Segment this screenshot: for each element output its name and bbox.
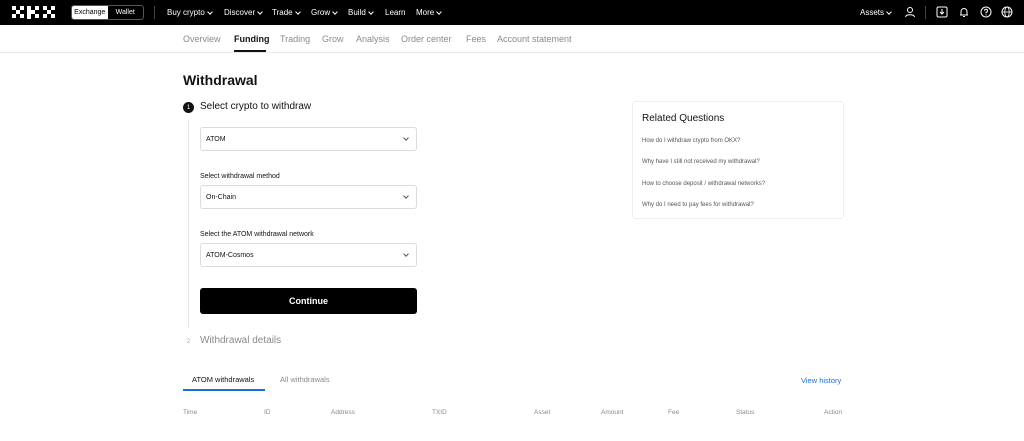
nav-label: Trade <box>272 8 293 17</box>
withdrawal-method-select[interactable]: On-Chain <box>200 185 417 209</box>
subnav-overview[interactable]: Overview <box>183 25 221 53</box>
chevron-down-icon <box>403 135 409 141</box>
related-question-link[interactable]: How do I withdraw crypto from OKX? <box>642 138 740 144</box>
nav-divider <box>925 6 926 19</box>
subnav-grow[interactable]: Grow <box>322 25 344 53</box>
mode-exchange[interactable]: Exchange <box>72 6 108 19</box>
column-header-txid: TXID <box>432 409 447 416</box>
nav-label: Discover <box>224 8 256 17</box>
column-header-action: Action <box>824 409 843 416</box>
tab-atom-withdrawals[interactable]: ATOM withdrawals <box>192 375 254 384</box>
view-history-link[interactable]: View history <box>801 376 841 385</box>
column-header-fee: Fee <box>668 409 680 416</box>
chevron-down-icon <box>257 8 263 15</box>
nav-label: Buy crypto <box>167 8 205 17</box>
network-select[interactable]: ATOM-Cosmos <box>200 243 417 267</box>
column-header-id: ID <box>264 409 271 416</box>
top-navigation-bar: Exchange Wallet Buy crypto Discover Trad… <box>0 0 1024 25</box>
withdrawal-method-label: Select withdrawal method <box>200 173 280 180</box>
column-header-asset: Asset <box>534 409 551 416</box>
crypto-select-value: ATOM <box>206 135 226 143</box>
mode-wallet[interactable]: Wallet <box>108 6 144 19</box>
nav-build[interactable]: Build <box>348 0 374 25</box>
nav-assets[interactable]: Assets <box>860 0 892 25</box>
nav-grow[interactable]: Grow <box>311 0 338 25</box>
nav-label: More <box>416 8 435 17</box>
nav-learn[interactable]: Learn <box>385 0 405 25</box>
exchange-wallet-toggle[interactable]: Exchange Wallet <box>71 5 144 20</box>
download-icon[interactable] <box>936 6 948 18</box>
help-icon[interactable] <box>980 6 992 18</box>
column-header-status: Status <box>736 409 755 416</box>
step-connector-line <box>188 120 189 328</box>
chevron-down-icon <box>403 193 409 199</box>
step-number-1: 1 <box>183 102 194 113</box>
chevron-down-icon <box>367 8 374 15</box>
nav-discover[interactable]: Discover <box>224 0 263 25</box>
network-label: Select the ATOM withdrawal network <box>200 231 314 238</box>
nav-label: Grow <box>311 8 331 17</box>
step-1-title: Select crypto to withdraw <box>200 101 312 112</box>
nav-divider <box>154 6 155 19</box>
chevron-down-icon <box>332 8 338 15</box>
nav-label: Assets <box>860 8 885 17</box>
column-header-time: Time <box>183 409 198 416</box>
user-icon[interactable] <box>904 6 916 18</box>
history-tab-indicator <box>183 389 265 391</box>
bell-icon[interactable] <box>958 6 970 18</box>
subnav-trading[interactable]: Trading <box>280 25 310 53</box>
chevron-down-icon <box>403 251 409 257</box>
related-question-link[interactable]: Why do I need to pay fees for withdrawal… <box>642 202 754 208</box>
crypto-select[interactable]: ATOM <box>200 127 417 151</box>
column-header-amount: Amount <box>601 409 624 416</box>
related-question-link[interactable]: How to choose deposit / withdrawal netwo… <box>642 181 765 187</box>
withdrawal-method-value: On-Chain <box>206 193 236 201</box>
related-questions-title: Related Questions <box>642 113 725 124</box>
continue-button[interactable]: Continue <box>200 288 417 314</box>
chevron-down-icon <box>886 8 892 15</box>
subnav-active-indicator <box>234 50 266 52</box>
nav-trade[interactable]: Trade <box>272 0 301 25</box>
tab-all-withdrawals[interactable]: All withdrawals <box>280 375 330 384</box>
related-questions-panel: Related Questions How do I withdraw cryp… <box>632 101 844 219</box>
nav-buy-crypto[interactable]: Buy crypto <box>167 0 213 25</box>
column-header-address: Address <box>331 409 355 416</box>
funding-subnav: Overview Funding Trading Grow Analysis O… <box>0 25 1024 53</box>
chevron-down-icon <box>294 8 301 15</box>
network-select-value: ATOM-Cosmos <box>206 251 254 259</box>
subnav-funding[interactable]: Funding <box>234 25 270 53</box>
globe-icon[interactable] <box>1001 6 1013 18</box>
chevron-down-icon <box>436 8 443 15</box>
subnav-account-statement[interactable]: Account statement <box>497 25 572 53</box>
step-number-2: 2 <box>186 338 191 345</box>
subnav-fees[interactable]: Fees <box>466 25 486 53</box>
page-title: Withdrawal <box>183 72 258 88</box>
nav-more[interactable]: More <box>416 0 443 25</box>
related-question-link[interactable]: Why have I still not received my withdra… <box>642 159 760 165</box>
subnav-analysis[interactable]: Analysis <box>356 25 390 53</box>
chevron-down-icon <box>206 8 213 15</box>
nav-label: Build <box>348 8 366 17</box>
nav-label: Learn <box>385 8 406 17</box>
okx-logo[interactable] <box>12 6 57 19</box>
step-2-title: Withdrawal details <box>200 335 282 346</box>
subnav-order-center[interactable]: Order center <box>401 25 452 53</box>
